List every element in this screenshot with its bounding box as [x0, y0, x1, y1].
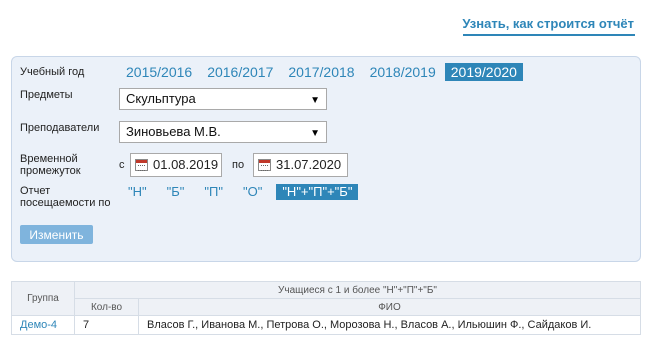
- subject-select-value: Скульптура: [126, 91, 196, 106]
- students-header: Учащиеся с 1 и более "Н"+"П"+"Б": [74, 281, 641, 299]
- attendance-label-line2: посещаемости по: [20, 197, 111, 209]
- year-tab-2019-active[interactable]: 2019/2020: [444, 63, 523, 81]
- attendance-option-npb-active[interactable]: "Н"+"П"+"Б": [276, 184, 359, 200]
- subject-select[interactable]: Скульптура ▼: [119, 88, 327, 110]
- period-label: Временной промежуток: [20, 153, 81, 177]
- to-label: по: [232, 159, 245, 171]
- date-from-input[interactable]: 01.08.2019: [130, 153, 222, 177]
- count-cell: 7: [74, 315, 139, 335]
- dropdown-arrow-icon: ▼: [310, 128, 320, 139]
- year-label: Учебный год: [20, 66, 85, 78]
- period-label-line1: Временной: [20, 153, 78, 165]
- report-help-link[interactable]: Узнать, как строится отчёт: [462, 16, 634, 31]
- calendar-icon[interactable]: [135, 159, 148, 171]
- date-from-value: 01.08.2019: [153, 157, 219, 172]
- attendance-option-p[interactable]: "П": [198, 184, 229, 200]
- attendance-option-o[interactable]: "О": [237, 184, 268, 200]
- teacher-select-value: Зиновьева М.В.: [126, 124, 221, 139]
- group-link[interactable]: Демо-4: [20, 319, 57, 331]
- teachers-label: Преподаватели: [20, 122, 100, 134]
- group-header: Группа: [11, 281, 75, 316]
- year-tab-2017[interactable]: 2017/2018: [282, 63, 360, 81]
- date-to-value: 31.07.2020: [276, 157, 342, 172]
- calendar-icon[interactable]: [258, 159, 271, 171]
- from-label: с: [119, 159, 125, 171]
- table-row: Демо-4 7 Власов Г., Иванова М., Петрова …: [11, 315, 641, 335]
- year-tab-2018[interactable]: 2018/2019: [364, 63, 442, 81]
- period-label-line2: промежуток: [20, 165, 81, 177]
- dropdown-arrow-icon: ▼: [310, 95, 320, 106]
- change-button[interactable]: Изменить: [20, 225, 93, 244]
- attendance-option-n[interactable]: "Н": [122, 184, 153, 200]
- attendance-option-b[interactable]: "Б": [161, 184, 191, 200]
- filter-panel: Учебный год 2015/2016 2016/2017 2017/201…: [11, 56, 641, 262]
- year-tab-2016[interactable]: 2016/2017: [201, 63, 279, 81]
- year-tab-2015[interactable]: 2015/2016: [120, 63, 198, 81]
- results-table: Группа Учащиеся с 1 и более "Н"+"П"+"Б" …: [11, 281, 641, 335]
- subjects-label: Предметы: [20, 89, 73, 101]
- attendance-label-line1: Отчет: [20, 185, 51, 197]
- date-to-input[interactable]: 31.07.2020: [253, 153, 348, 177]
- attendance-options: "Н" "Б" "П" "О" "Н"+"П"+"Б": [122, 184, 366, 200]
- teacher-select[interactable]: Зиновьева М.В. ▼: [119, 121, 327, 143]
- group-cell: Демо-4: [11, 315, 75, 335]
- year-tabs: 2015/2016 2016/2017 2017/2018 2018/2019 …: [120, 63, 526, 81]
- names-cell: Власов Г., Иванова М., Петрова О., Мороз…: [138, 315, 641, 335]
- link-underline: [463, 34, 635, 36]
- name-header: ФИО: [138, 298, 641, 316]
- attendance-label: Отчет посещаемости по: [20, 185, 110, 209]
- count-header: Кол-во: [74, 298, 139, 316]
